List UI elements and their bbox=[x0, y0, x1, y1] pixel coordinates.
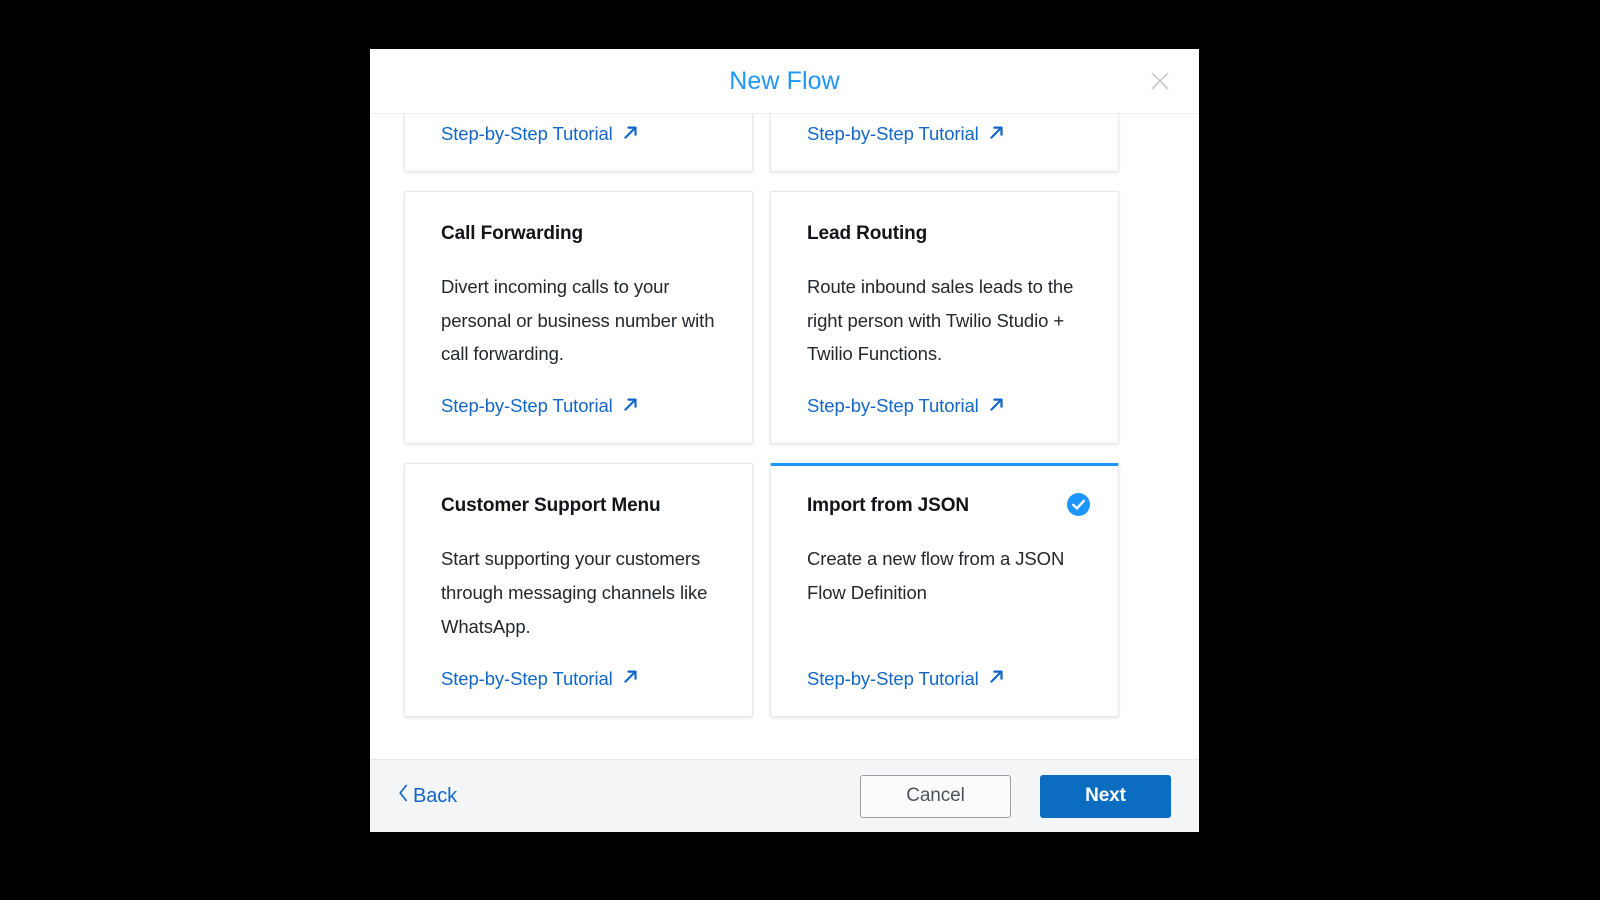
page-title: New Flow bbox=[729, 66, 840, 95]
step-by-step-tutorial-link[interactable]: Step-by-Step Tutorial bbox=[807, 395, 1082, 417]
template-scroll-region[interactable]: Step-by-Step Tutorial Step-by-Step Tutor… bbox=[370, 114, 1199, 759]
flow-template-card-import-from-json[interactable]: Import from JSON Create a new flow from … bbox=[770, 463, 1119, 717]
external-link-arrow-icon bbox=[988, 396, 1005, 417]
step-by-step-tutorial-link[interactable]: Step-by-Step Tutorial bbox=[807, 123, 1082, 145]
cancel-button[interactable]: Cancel bbox=[860, 774, 1011, 818]
external-link-arrow-icon bbox=[988, 668, 1005, 689]
tutorial-link-label: Step-by-Step Tutorial bbox=[441, 395, 613, 417]
flow-template-card-customer-support-menu[interactable]: Customer Support Menu Start supporting y… bbox=[404, 463, 753, 717]
tutorial-link-label: Step-by-Step Tutorial bbox=[807, 667, 979, 689]
external-link-arrow-icon bbox=[622, 124, 639, 145]
step-by-step-tutorial-link[interactable]: Step-by-Step Tutorial bbox=[807, 668, 1082, 690]
external-link-arrow-icon bbox=[622, 396, 639, 417]
external-link-arrow-icon bbox=[622, 668, 639, 689]
back-button[interactable]: Back bbox=[398, 784, 457, 808]
tutorial-link-label: Step-by-Step Tutorial bbox=[807, 395, 979, 417]
external-link-arrow-icon bbox=[988, 124, 1005, 145]
selected-check-icon bbox=[1067, 493, 1090, 517]
new-flow-modal: New Flow Step-by-Step Tutorial Step-by-S… bbox=[370, 49, 1199, 832]
flow-template-card[interactable]: Step-by-Step Tutorial bbox=[404, 114, 753, 172]
screen: New Flow Step-by-Step Tutorial Step-by-S… bbox=[0, 0, 1600, 900]
card-title: Customer Support Menu bbox=[441, 495, 661, 517]
card-description: Create a new flow from a JSON Flow Defin… bbox=[807, 548, 1065, 603]
modal-footer: Back Cancel Next bbox=[370, 759, 1199, 832]
tutorial-link-label: Step-by-Step Tutorial bbox=[441, 667, 613, 689]
card-title: Import from JSON bbox=[807, 495, 970, 517]
tutorial-link-label: Step-by-Step Tutorial bbox=[441, 123, 613, 144]
card-title: Lead Routing bbox=[807, 223, 928, 244]
flow-template-card-lead-routing[interactable]: Lead Routing Route inbound sales leads t… bbox=[770, 191, 1119, 445]
close-button[interactable] bbox=[1143, 64, 1177, 98]
modal-header: New Flow bbox=[370, 49, 1199, 114]
back-button-label: Back bbox=[413, 784, 458, 807]
flow-template-card[interactable]: Step-by-Step Tutorial bbox=[770, 114, 1119, 172]
close-icon bbox=[1147, 68, 1173, 94]
card-description: Divert incoming calls to your personal o… bbox=[441, 275, 715, 365]
step-by-step-tutorial-link[interactable]: Step-by-Step Tutorial bbox=[441, 395, 716, 417]
step-by-step-tutorial-link[interactable]: Step-by-Step Tutorial bbox=[441, 123, 716, 145]
chevron-left-icon bbox=[398, 784, 409, 808]
card-description: Start supporting your customers through … bbox=[441, 548, 708, 637]
card-description: Route inbound sales leads to the right p… bbox=[807, 275, 1074, 365]
tutorial-link-label: Step-by-Step Tutorial bbox=[807, 123, 979, 144]
flow-template-card-call-forwarding[interactable]: Call Forwarding Divert incoming calls to… bbox=[404, 191, 753, 445]
flow-template-grid: Step-by-Step Tutorial Step-by-Step Tutor… bbox=[404, 114, 1165, 717]
step-by-step-tutorial-link[interactable]: Step-by-Step Tutorial bbox=[441, 668, 716, 690]
next-button[interactable]: Next bbox=[1040, 774, 1171, 818]
card-title: Call Forwarding bbox=[441, 223, 584, 244]
